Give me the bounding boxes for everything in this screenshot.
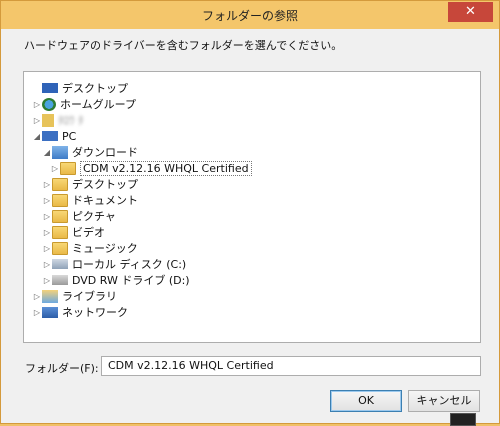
tree-item-cdm-folder[interactable]: ▷ CDM v2.12.16 WHQL Certified xyxy=(50,160,252,176)
tree-item-music[interactable]: ▷ ミュージック xyxy=(42,240,138,256)
tree-item-label: ダウンロード xyxy=(72,146,138,159)
tree-item-label: ドキュメント xyxy=(72,194,138,207)
tree-item-label: ミュージック xyxy=(72,242,138,255)
expand-arrow-icon[interactable]: ▷ xyxy=(42,244,52,253)
tree-item-downloads[interactable]: ◢ ダウンロード xyxy=(42,144,138,160)
keyboard-icon[interactable] xyxy=(450,413,476,426)
tree-item-network[interactable]: ▷ ネットワーク xyxy=(32,304,128,320)
tree-item-desktop-root[interactable]: デスクトップ xyxy=(32,80,128,96)
title-bar[interactable]: フォルダーの参照 ✕ xyxy=(1,1,499,29)
tree-item-label: ピクチャ xyxy=(72,210,116,223)
library-icon xyxy=(42,289,58,303)
folder-field-label: フォルダー(F): xyxy=(25,362,99,375)
expand-arrow-icon[interactable]: ▷ xyxy=(42,212,52,221)
folder-icon xyxy=(52,193,68,207)
expand-arrow-icon[interactable]: ▷ xyxy=(42,260,52,269)
tree-item-pc[interactable]: ◢ PC xyxy=(32,128,76,144)
tree-item-label: デスクトップ xyxy=(62,82,128,95)
tree-item-label: ビデオ xyxy=(72,226,105,239)
tree-item-label: PC xyxy=(62,129,77,143)
instruction-text: ハードウェアのドライバーを含むフォルダーを選んでください。 xyxy=(24,39,343,52)
ok-button[interactable]: OK xyxy=(330,390,402,412)
tree-item-label-selected: CDM v2.12.16 WHQL Certified xyxy=(80,160,252,176)
tree-item-homegroup[interactable]: ▷ ホームグループ xyxy=(32,96,136,112)
folder-icon xyxy=(52,209,68,223)
collapse-arrow-icon[interactable]: ◢ xyxy=(32,132,42,141)
cancel-button[interactable]: キャンセル xyxy=(408,390,480,412)
folder-path-field[interactable]: CDM v2.12.16 WHQL Certified xyxy=(101,356,481,376)
pc-icon xyxy=(42,131,58,141)
tree-item-label: DVD RW ドライブ (D:) xyxy=(72,274,190,287)
tree-item-dvd-drive[interactable]: ▷ DVD RW ドライブ (D:) xyxy=(42,272,190,288)
expand-arrow-icon[interactable]: ▷ xyxy=(32,116,42,125)
expand-arrow-icon[interactable]: ▷ xyxy=(32,308,42,317)
close-button[interactable]: ✕ xyxy=(448,2,493,22)
tree-item-label: ホームグループ xyxy=(60,98,137,111)
tree-item-local-disk[interactable]: ▷ ローカル ディスク (C:) xyxy=(42,256,186,272)
folder-icon xyxy=(52,177,68,191)
tree-item-label: ライブラリ xyxy=(62,290,117,303)
tree-item-videos[interactable]: ▷ ビデオ xyxy=(42,224,105,240)
expand-arrow-icon[interactable]: ▷ xyxy=(32,100,42,109)
tree-item-label: デスクトップ xyxy=(72,178,138,191)
downloads-folder-icon xyxy=(52,145,68,159)
tree-item-documents[interactable]: ▷ ドキュメント xyxy=(42,192,138,208)
folder-icon xyxy=(52,241,68,255)
folder-icon xyxy=(52,225,68,239)
tree-item-pictures[interactable]: ▷ ピクチャ xyxy=(42,208,116,224)
tree-item-label: ﾀﾛｳ ﾀ xyxy=(58,114,84,127)
tree-item-pc-desktop[interactable]: ▷ デスクトップ xyxy=(42,176,138,192)
expand-arrow-icon[interactable]: ▷ xyxy=(42,196,52,205)
expand-arrow-icon[interactable]: ▷ xyxy=(50,164,60,173)
expand-arrow-icon[interactable]: ▷ xyxy=(42,276,52,285)
tree-item-label: ネットワーク xyxy=(62,306,128,319)
expand-arrow-icon[interactable]: ▷ xyxy=(32,292,42,301)
tree-item-label: ローカル ディスク (C:) xyxy=(72,258,187,271)
browse-folder-dialog: フォルダーの参照 ✕ ハードウェアのドライバーを含むフォルダーを選んでください。… xyxy=(0,0,500,426)
collapse-arrow-icon[interactable]: ◢ xyxy=(42,148,52,157)
folder-icon xyxy=(60,161,76,175)
network-icon xyxy=(42,306,58,318)
folder-tree[interactable]: デスクトップ ▷ ホームグループ ▷ ﾀﾛｳ ﾀ ◢ PC ◢ ダウンロード ▷… xyxy=(23,71,481,343)
dvd-icon xyxy=(52,275,68,285)
drive-icon xyxy=(52,259,68,269)
tree-item-user[interactable]: ▷ ﾀﾛｳ ﾀ xyxy=(32,112,84,128)
window-title: フォルダーの参照 xyxy=(201,9,298,23)
homegroup-icon xyxy=(42,97,56,111)
tree-item-libraries[interactable]: ▷ ライブラリ xyxy=(32,288,117,304)
expand-arrow-icon[interactable]: ▷ xyxy=(42,228,52,237)
desktop-icon xyxy=(42,83,58,93)
expand-arrow-icon[interactable]: ▷ xyxy=(42,180,52,189)
user-icon xyxy=(42,113,54,127)
